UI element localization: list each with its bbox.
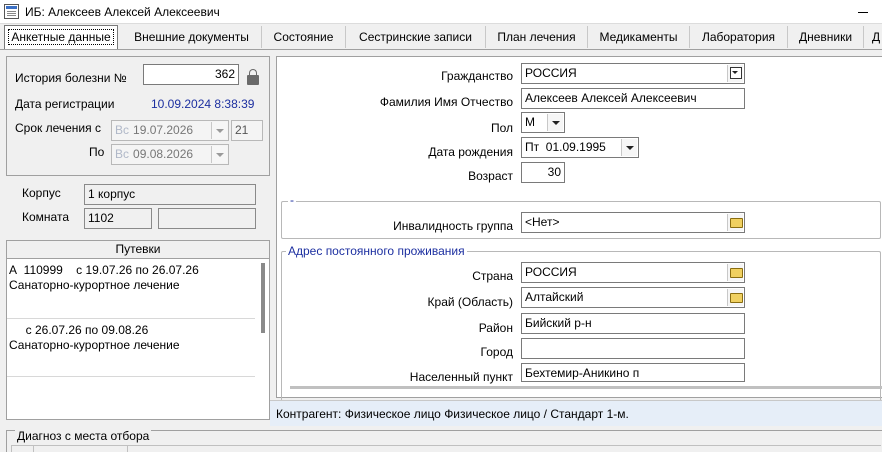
tab-medications[interactable]: Медикаменты bbox=[588, 26, 690, 48]
window-title: ИБ: Алексеев Алексей Алексеевич bbox=[25, 4, 220, 19]
folder-icon[interactable] bbox=[727, 289, 743, 306]
status-bar: Контрагент: Физическое лицо Физическое л… bbox=[270, 400, 882, 426]
settlement-label: Населенный пункт bbox=[409, 370, 513, 384]
vouchers-header: Путевки bbox=[7, 241, 269, 259]
tab-bar: Анкетные данные Внешние документы Состоя… bbox=[0, 24, 882, 50]
registration-date-value: 10.09.2024 8:38:39 bbox=[151, 97, 255, 111]
room-label: Комната bbox=[22, 210, 69, 224]
age-label: Возраст bbox=[468, 169, 513, 183]
district-label: Район bbox=[478, 321, 513, 335]
building-field: 1 корпус bbox=[84, 184, 256, 205]
room-field: 1102 bbox=[84, 208, 152, 229]
list-item[interactable]: с 26.07.26 по 09.08.26 Санаторно-курортн… bbox=[7, 321, 255, 377]
diagnosis-group-caption: Диагноз с места отбора bbox=[15, 429, 152, 443]
district-field[interactable]: Бийский р-н bbox=[521, 313, 745, 334]
lock-icon[interactable] bbox=[247, 69, 259, 85]
minimize-icon[interactable] bbox=[856, 5, 870, 19]
region-label: Край (Область) bbox=[427, 295, 513, 309]
tab-treatment-plan[interactable]: План лечения bbox=[486, 26, 588, 48]
title-bar: ИБ: Алексеев Алексей Алексеевич bbox=[0, 0, 882, 24]
citizenship-label: Гражданство bbox=[441, 69, 513, 83]
disability-group-caption: - bbox=[288, 193, 296, 207]
treatment-end-date[interactable]: Вс 09.08.2026 bbox=[111, 144, 229, 165]
history-number-field[interactable]: 362 bbox=[143, 64, 239, 85]
settlement-field[interactable]: Бехтемир-Аникино п bbox=[521, 363, 745, 382]
dropdown-icon[interactable] bbox=[727, 65, 743, 82]
chevron-down-icon[interactable] bbox=[621, 139, 637, 156]
patient-details-panel: Гражданство РОССИЯ Фамилия Имя Отчество … bbox=[276, 56, 882, 401]
details-scrollbar[interactable] bbox=[290, 386, 882, 389]
treatment-term-label: Срок лечения с bbox=[15, 121, 101, 135]
tab-diaries[interactable]: Дневники bbox=[788, 26, 864, 48]
vouchers-scrollbar[interactable] bbox=[261, 263, 265, 333]
folder-icon[interactable] bbox=[727, 214, 743, 231]
fio-label: Фамилия Имя Отчество bbox=[379, 95, 513, 109]
address-group-caption: Адрес постоянного проживания bbox=[286, 244, 467, 258]
city-field[interactable] bbox=[521, 338, 745, 359]
vouchers-list: Путевки А 110999 с 19.07.26 по 26.07.26 … bbox=[6, 240, 270, 420]
age-field[interactable]: 30 bbox=[521, 162, 565, 183]
diagnosis-group: Диагноз с места отбора bbox=[6, 429, 882, 452]
fio-field[interactable]: Алексеев Алексей Алексеевич bbox=[521, 88, 745, 109]
birth-date-field[interactable]: Пт 01.09.1995 bbox=[521, 137, 639, 158]
treatment-start-date[interactable]: Вс 19.07.2026 bbox=[111, 120, 229, 141]
country-label: Страна bbox=[472, 269, 513, 283]
city-label: Город bbox=[480, 345, 513, 359]
tab-more[interactable]: Д bbox=[864, 26, 882, 48]
list-item[interactable]: А 110999 с 19.07.26 по 26.07.26 Санаторн… bbox=[7, 263, 255, 319]
tab-laboratory[interactable]: Лаборатория bbox=[690, 26, 788, 48]
registration-date-label: Дата регистрации bbox=[15, 97, 115, 111]
chevron-down-icon[interactable] bbox=[211, 122, 227, 139]
tab-state[interactable]: Состояние bbox=[262, 26, 346, 48]
citizenship-select[interactable]: РОССИЯ bbox=[521, 63, 745, 84]
history-number-label: История болезни № bbox=[15, 71, 127, 85]
disability-select[interactable]: <Нет> bbox=[521, 212, 745, 233]
tab-questionnaire[interactable]: Анкетные данные bbox=[4, 25, 118, 49]
country-select[interactable]: РОССИЯ bbox=[521, 262, 745, 283]
chevron-down-icon[interactable] bbox=[547, 114, 563, 131]
tab-nursing-notes[interactable]: Сестринские записи bbox=[346, 26, 486, 48]
tab-external-documents[interactable]: Внешние документы bbox=[122, 26, 262, 48]
treatment-days-field[interactable]: 21 bbox=[231, 120, 263, 141]
region-select[interactable]: Алтайский bbox=[521, 287, 745, 308]
sex-label: Пол bbox=[490, 121, 513, 135]
room-extra-field bbox=[158, 208, 256, 229]
diagnosis-grid[interactable] bbox=[11, 445, 881, 452]
treatment-to-label: По bbox=[89, 145, 105, 159]
chevron-down-icon[interactable] bbox=[211, 146, 227, 163]
disability-label: Инвалидность группа bbox=[393, 219, 513, 233]
record-panel: История болезни № 362 Дата регистрации 1… bbox=[6, 56, 270, 176]
folder-icon[interactable] bbox=[727, 264, 743, 281]
birth-date-label: Дата рождения bbox=[428, 145, 513, 159]
sex-select[interactable]: М bbox=[521, 112, 565, 133]
building-label: Корпус bbox=[22, 186, 61, 200]
app-icon bbox=[4, 4, 19, 19]
